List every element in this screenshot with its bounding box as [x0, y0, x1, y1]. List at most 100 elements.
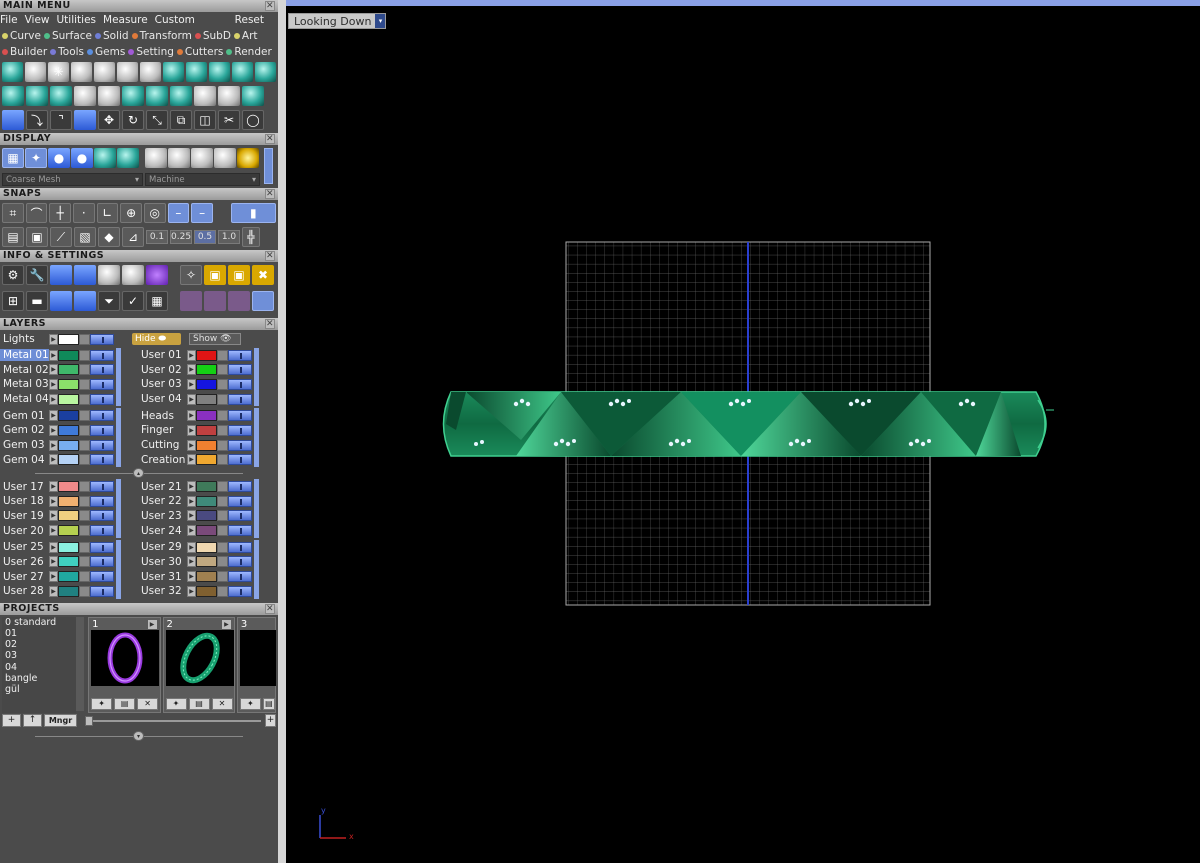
snap-target-icon[interactable]: ◎	[143, 203, 166, 223]
lock-icon[interactable]	[79, 349, 90, 361]
thumb-save-icon[interactable]: ▤	[188, 697, 210, 710]
lock-icon[interactable]	[79, 585, 90, 597]
clip-tool-icon[interactable]	[74, 86, 96, 106]
lock-icon[interactable]	[79, 333, 90, 345]
layer-name[interactable]: User 01	[138, 349, 187, 361]
layer-arrow-icon[interactable]: ▶	[49, 495, 58, 507]
snap-line-1-icon[interactable]: –	[167, 203, 190, 223]
layer-color-swatch[interactable]	[58, 556, 79, 568]
frame-1-icon[interactable]: ▣	[204, 265, 226, 285]
layer-arrow-icon[interactable]: ▶	[187, 349, 196, 361]
layer-name[interactable]: Gem 04	[0, 454, 49, 466]
layer-color-swatch[interactable]	[196, 378, 217, 390]
layer-name[interactable]: User 23	[138, 510, 187, 522]
layer-color-swatch[interactable]	[58, 410, 79, 422]
layer-name[interactable]: Finger	[138, 424, 187, 436]
thumb-add-icon[interactable]: ✦	[165, 697, 187, 710]
layer-visibility-toggle[interactable]	[90, 510, 114, 522]
layer-color-swatch[interactable]	[58, 585, 79, 597]
thumb-arrow-icon[interactable]: ▶	[147, 619, 157, 629]
cutter-tool-icon[interactable]	[50, 86, 72, 106]
menu-measure[interactable]: Measure	[103, 12, 148, 28]
mirror-tool-icon[interactable]: ◫	[194, 110, 216, 130]
close-icon[interactable]: ✕	[265, 189, 275, 199]
layer-visibility-toggle[interactable]	[228, 439, 252, 451]
lock-icon[interactable]	[217, 439, 228, 451]
circle-tool-icon[interactable]: ◯	[242, 110, 264, 130]
project-add-button[interactable]: +	[2, 714, 21, 728]
layer-color-swatch[interactable]	[58, 424, 79, 436]
layer-name[interactable]: Gem 03	[0, 439, 49, 451]
category-curve[interactable]: Curve	[2, 28, 41, 44]
layer-name[interactable]: User 28	[0, 585, 49, 597]
scale-tool-icon[interactable]: ⤡	[146, 110, 168, 130]
layer-arrow-icon[interactable]: ▶	[49, 571, 58, 583]
layer-color-swatch[interactable]	[58, 481, 79, 493]
category-tools[interactable]: Tools	[50, 44, 84, 60]
lock-icon[interactable]	[79, 364, 90, 376]
thumb-add-icon[interactable]: ✦	[239, 697, 261, 710]
layer-arrow-icon[interactable]: ▶	[49, 410, 58, 422]
frame-2-icon[interactable]: ▣	[228, 265, 250, 285]
snap-diagonal-icon[interactable]: ⟋	[50, 227, 72, 247]
layer-color-swatch[interactable]	[58, 495, 79, 507]
globe-tool-icon[interactable]	[2, 62, 23, 82]
category-setting[interactable]: Setting	[128, 44, 174, 60]
lock-icon[interactable]	[79, 378, 90, 390]
layer-color-swatch[interactable]	[58, 454, 79, 466]
rectangle-icon[interactable]: ▬	[26, 291, 48, 311]
layer-name[interactable]: User 18	[0, 495, 49, 507]
close-icon[interactable]: ✕	[265, 603, 275, 614]
layer-name[interactable]: Metal 02	[0, 364, 49, 376]
layer-name[interactable]: User 30	[138, 556, 187, 568]
layer-visibility-toggle[interactable]	[228, 393, 252, 405]
project-item[interactable]: 0 standard	[5, 617, 76, 628]
snap-toggle-button[interactable]: ▮	[230, 203, 276, 223]
ribbon-tool-icon[interactable]	[186, 62, 207, 82]
lock-icon[interactable]	[217, 393, 228, 405]
category-transform[interactable]: Transform	[131, 28, 192, 44]
lock-icon[interactable]	[217, 571, 228, 583]
layer-color-swatch[interactable]	[196, 364, 217, 376]
lock-icon[interactable]	[79, 525, 90, 537]
layer-arrow-icon[interactable]: ▶	[187, 541, 196, 553]
snap-hatch-icon[interactable]: ▧	[74, 227, 96, 247]
layer-visibility-toggle[interactable]	[90, 410, 114, 422]
layer-arrow-icon[interactable]: ▶	[49, 454, 58, 466]
lock-icon[interactable]	[79, 495, 90, 507]
layer-name[interactable]: User 04	[138, 393, 187, 405]
layer-arrow-icon[interactable]: ▶	[49, 510, 58, 522]
material-4-icon[interactable]	[252, 291, 274, 311]
thumb-arrow-icon[interactable]: ▶	[221, 619, 231, 629]
layer-visibility-toggle[interactable]	[90, 454, 114, 466]
project-scroll-slider[interactable]	[85, 715, 261, 726]
filter-icon[interactable]: ⏷	[98, 291, 120, 311]
layer-color-swatch[interactable]	[58, 541, 79, 553]
lock-icon[interactable]	[217, 585, 228, 597]
layer-group-bar[interactable]	[116, 347, 121, 407]
leaf-tool-icon[interactable]	[163, 62, 184, 82]
project-list-scrollbar[interactable]	[76, 616, 85, 711]
layer-name[interactable]: Metal 03	[0, 378, 49, 390]
snap-diamond-icon[interactable]: ◆	[98, 227, 120, 247]
lock-icon[interactable]	[79, 481, 90, 493]
lock-icon[interactable]	[79, 410, 90, 422]
box-3d-icon[interactable]	[50, 291, 72, 311]
menu-file[interactable]: File	[0, 12, 18, 28]
close-icon[interactable]: ✕	[265, 134, 275, 144]
material-2-icon[interactable]	[204, 291, 226, 311]
layer-color-swatch[interactable]	[58, 439, 79, 451]
snap-cube-icon[interactable]: ▣	[26, 227, 48, 247]
nodes-tool-icon[interactable]	[2, 110, 24, 130]
layer-group-bar[interactable]	[254, 479, 259, 538]
close-icon[interactable]: ✕	[265, 319, 275, 329]
layer-name[interactable]: User 21	[138, 481, 187, 493]
layer-name[interactable]: User 27	[0, 571, 49, 583]
snap-cross-icon[interactable]: ┼	[49, 203, 71, 223]
lines-tool-icon[interactable]	[140, 62, 161, 82]
layer-color-swatch[interactable]	[196, 410, 217, 422]
layer-arrow-icon[interactable]: ▶	[49, 585, 58, 597]
layer-arrow-icon[interactable]: ▶	[187, 364, 196, 376]
slider-knob[interactable]	[85, 715, 93, 726]
snap-curve-icon[interactable]: ⌒	[25, 203, 48, 223]
